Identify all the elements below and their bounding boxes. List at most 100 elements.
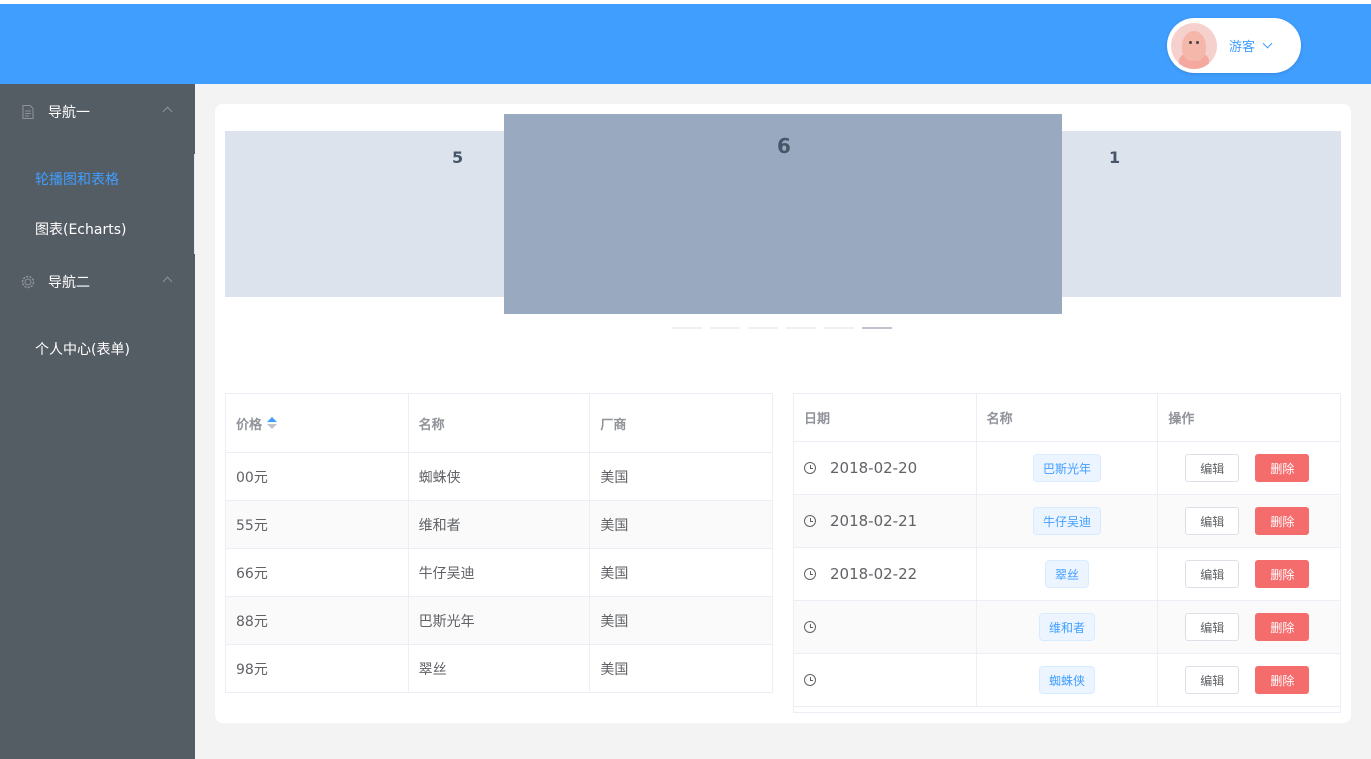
table-cell: 55元 [226, 501, 409, 548]
carousel-item-prev[interactable]: 5 [225, 131, 504, 297]
carousel-indicator[interactable] [672, 327, 702, 329]
carousel-item-label: 5 [452, 148, 464, 167]
table-cell: 蜘蛛侠 [409, 453, 591, 500]
table-row: 2018-02-22 翠丝 编辑 删除 [794, 548, 1340, 601]
table-cell: 美国 [600, 565, 629, 582]
table-cell: 00元 [226, 453, 409, 500]
date-text: 2018-02-20 [830, 459, 918, 477]
actions-cell: 编辑 删除 [1158, 654, 1340, 706]
date-text: 2018-02-21 [830, 512, 918, 530]
sidebar-item-charts[interactable]: 图表(Echarts) [0, 204, 195, 254]
table-row: 98元 翠丝 美国 [226, 645, 772, 693]
column-header-name: 名称 [409, 394, 591, 452]
table-row: 2018-02-20 巴斯光年 编辑 删除 [794, 442, 1340, 495]
delete-button[interactable]: 删除 [1255, 507, 1310, 535]
gear-icon [21, 275, 35, 289]
name-cell: 蜘蛛侠 [977, 654, 1159, 706]
clock-icon [804, 674, 816, 686]
table-cell: 美国 [600, 661, 629, 678]
document-icon [22, 105, 34, 119]
carousel-item-next[interactable]: 1 [1062, 131, 1341, 297]
carousel-indicator[interactable] [786, 327, 816, 329]
menu-group-label: 导航一 [48, 105, 90, 121]
carousel-indicator[interactable] [824, 327, 854, 329]
carousel-indicators [672, 327, 892, 329]
table-cell: 88元 [226, 597, 409, 644]
column-header-name: 名称 [977, 394, 1159, 441]
table-cell: 巴斯光年 [409, 597, 591, 644]
delete-button[interactable]: 删除 [1255, 454, 1310, 482]
name-cell: 巴斯光年 [977, 442, 1159, 494]
carousel-indicator[interactable] [862, 327, 892, 329]
table-row: 蜘蛛侠 编辑 删除 [794, 654, 1340, 707]
edit-button[interactable]: 编辑 [1185, 560, 1240, 588]
column-header-price[interactable]: 价格 [226, 394, 409, 452]
column-header-vendor: 厂商 [600, 417, 627, 433]
delete-button[interactable]: 删除 [1255, 560, 1310, 588]
clock-icon [804, 515, 816, 527]
name-cell: 维和者 [977, 601, 1159, 653]
table-cell: 66元 [226, 549, 409, 596]
delete-button[interactable]: 删除 [1255, 666, 1310, 694]
chevron-down-icon [1262, 38, 1273, 49]
table-cell: 美国 [600, 517, 629, 534]
date-cell [794, 601, 977, 653]
sidebar-item-carousel-table[interactable]: 轮播图和表格 [0, 154, 195, 204]
name-tag: 翠丝 [1044, 560, 1089, 588]
table-cell: 美国 [600, 469, 629, 486]
carousel-item-label: 1 [1109, 148, 1121, 167]
table-row: 维和者 编辑 删除 [794, 601, 1340, 654]
name-tag: 维和者 [1038, 613, 1095, 641]
avatar [1171, 22, 1217, 69]
sort-icon[interactable] [267, 417, 278, 429]
user-name: 游客 [1229, 40, 1256, 55]
main-area: 5 1 6 价格 名称 厂商 00元 蜘蛛侠 美国 55元 维和者 美国 66元 牛仔吴迪 美国… [195, 84, 1371, 759]
column-header-actions: 操作 [1168, 412, 1195, 427]
table-cell: 牛仔吴迪 [409, 549, 591, 596]
table-row: 88元 巴斯光年 美国 [226, 597, 772, 645]
name-cell: 翠丝 [977, 548, 1159, 600]
delete-button[interactable]: 删除 [1255, 613, 1310, 641]
table-header-row: 日期 名称 操作 [794, 394, 1340, 442]
carousel-item-active[interactable]: 6 [504, 114, 1062, 314]
date-cell: 2018-02-21 [794, 495, 977, 547]
menu-group-nav-one[interactable]: 导航一 [0, 84, 195, 140]
edit-button[interactable]: 编辑 [1185, 666, 1240, 694]
table-row: 66元 牛仔吴迪 美国 [226, 549, 772, 597]
top-header: 游客 [0, 4, 1371, 84]
carousel-indicator[interactable] [748, 327, 778, 329]
chevron-up-icon [162, 106, 173, 117]
table-cell: 维和者 [409, 501, 591, 548]
table-row: 55元 维和者 美国 [226, 501, 772, 549]
edit-button[interactable]: 编辑 [1185, 507, 1240, 535]
actions-cell: 编辑 删除 [1158, 548, 1340, 600]
edit-button[interactable]: 编辑 [1185, 613, 1240, 641]
menu-group-label: 导航二 [48, 275, 90, 291]
edit-button[interactable]: 编辑 [1185, 454, 1240, 482]
table-cell: 美国 [600, 613, 629, 630]
table-cell: 98元 [226, 645, 409, 692]
clock-icon [804, 462, 816, 474]
table-row: 00元 蜘蛛侠 美国 [226, 453, 772, 501]
sidebar: 导航一 轮播图和表格 图表(Echarts) 导航二 个人中心(表单) [0, 84, 195, 759]
date-cell: 2018-02-22 [794, 548, 977, 600]
table-header-row: 价格 名称 厂商 [226, 394, 772, 453]
price-table: 价格 名称 厂商 00元 蜘蛛侠 美国 55元 维和者 美国 66元 牛仔吴迪 美国 88元 巴斯光… [225, 393, 773, 693]
carousel-item-label: 6 [777, 134, 791, 158]
date-table: 日期 名称 操作 2018-02-20 巴斯光年 编辑 删除 2018-02-21 牛仔吴… [793, 393, 1341, 713]
clock-icon [804, 568, 816, 580]
name-tag: 牛仔吴迪 [1032, 507, 1101, 535]
name-tag: 蜘蛛侠 [1038, 666, 1095, 694]
carousel-indicator[interactable] [710, 327, 740, 329]
name-cell: 牛仔吴迪 [977, 495, 1159, 547]
date-cell: 2018-02-20 [794, 442, 977, 494]
table-cell: 翠丝 [409, 645, 591, 692]
table-row: 2018-02-21 牛仔吴迪 编辑 删除 [794, 495, 1340, 548]
actions-cell: 编辑 删除 [1158, 495, 1340, 547]
user-menu-dropdown[interactable]: 游客 [1167, 18, 1301, 73]
sidebar-item-profile[interactable]: 个人中心(表单) [0, 324, 195, 374]
actions-cell: 编辑 删除 [1158, 601, 1340, 653]
menu-group-nav-two[interactable]: 导航二 [0, 254, 195, 310]
actions-cell: 编辑 删除 [1158, 442, 1340, 494]
clock-icon [804, 621, 816, 633]
